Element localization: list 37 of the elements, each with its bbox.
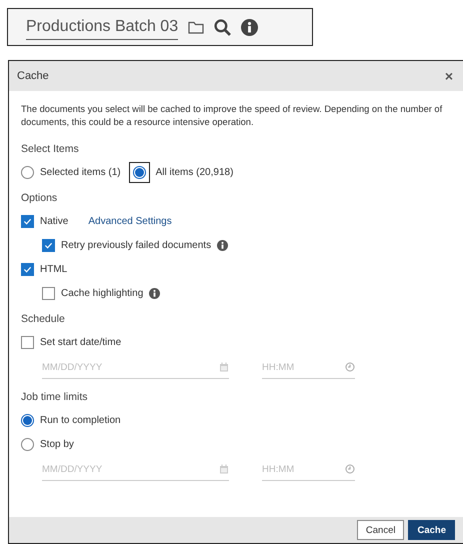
cache-button[interactable]: Cache (408, 520, 455, 540)
checkmark-icon (23, 264, 32, 274)
radio-label[interactable]: All items (20,918) (156, 166, 234, 178)
description-text: The documents you select will be cached to improve the speed of review. Depending on the number of documents, this could be a resource intensive operation. (21, 103, 444, 130)
checkbox-label[interactable]: HTML (40, 264, 68, 275)
checkbox-label[interactable]: Cache highlighting (61, 288, 144, 299)
radio-label[interactable]: Run to completion (40, 414, 121, 426)
radio-label[interactable]: Selected items (1) (40, 166, 121, 178)
close-button[interactable]: × (444, 68, 453, 84)
checkbox[interactable] (42, 238, 55, 252)
section-heading: Options (21, 192, 58, 204)
checkbox[interactable] (21, 336, 34, 349)
section-heading: Select Items (21, 143, 80, 156)
section-heading: Schedule (21, 313, 66, 326)
radio-button[interactable] (21, 166, 34, 179)
checkmark-icon (23, 216, 32, 226)
info-icon[interactable] (149, 288, 160, 299)
cancel-button[interactable]: Cancel (356, 520, 404, 540)
checkbox-label[interactable]: Set start date/time (40, 336, 122, 348)
checkbox[interactable] (21, 262, 34, 276)
dialog-title: Cache (17, 70, 49, 82)
radio-button[interactable] (21, 414, 34, 427)
checkbox[interactable] (21, 214, 34, 228)
checkbox[interactable] (42, 286, 55, 300)
radio-label[interactable]: Stop by (40, 438, 74, 450)
info-icon[interactable] (241, 18, 258, 36)
folder-icon[interactable] (188, 20, 204, 34)
section-heading: Job time limits (21, 391, 89, 404)
radio-button[interactable] (21, 438, 34, 451)
checkbox-label[interactable]: Native (40, 216, 68, 227)
radio-button[interactable] (132, 166, 146, 179)
batch-title: Productions Batch 03 (26, 14, 178, 40)
advanced-settings-link[interactable]: Advanced Settings (88, 216, 172, 227)
info-icon[interactable] (217, 240, 228, 251)
search-icon[interactable] (214, 18, 232, 36)
checkbox-label[interactable]: Retry previously failed documents (61, 240, 212, 251)
checkmark-icon (44, 240, 53, 250)
